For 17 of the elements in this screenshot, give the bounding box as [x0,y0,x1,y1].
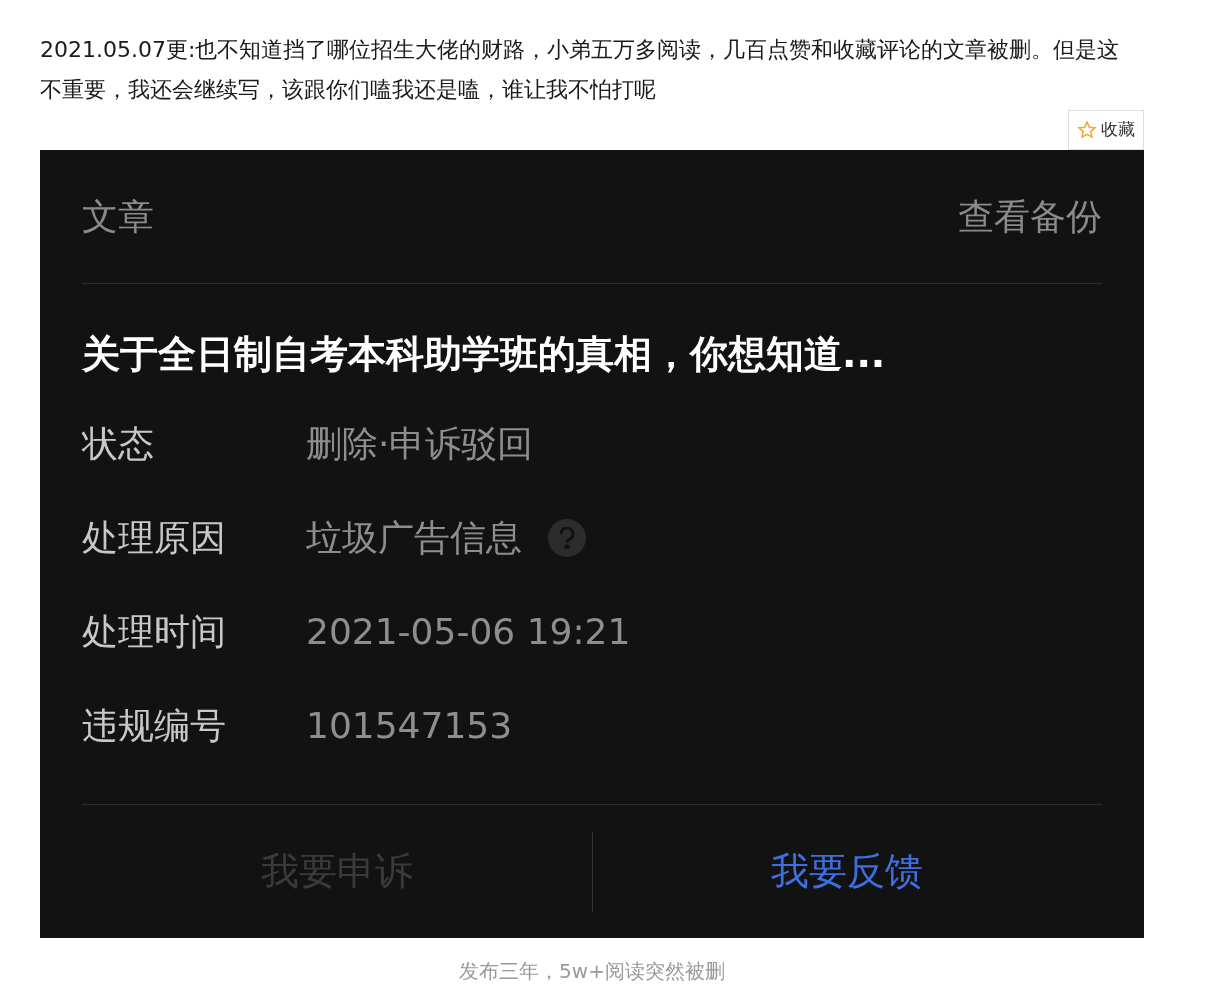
field-value: 垃圾广告信息 [306,516,522,560]
field-label: 状态 [82,422,155,466]
field-value: 2021-05-06 19:21 [306,610,631,654]
field-label: 处理原因 [82,516,227,560]
intro-paragraph: 2021.05.07更:也不知道挡了哪位招生大佬的财路，小弟五万多阅读，几百点赞和收藏评论的文章被删。但是这不重要，我还会继续写，该跟你们嗑我还是嗑，谁让我不怕打呢 [40,36,1121,104]
feedback-button[interactable]: 我要反馈 [592,843,1102,900]
field-value: 101547153 [306,704,513,748]
image-caption: 发布三年，5w+阅读突然被删 [459,958,725,985]
star-icon [1077,120,1097,140]
collect-button[interactable]: 收藏 [1068,110,1144,150]
field-label: 处理时间 [82,610,227,654]
field-label: 违规编号 [82,704,227,748]
help-icon[interactable] [548,519,586,557]
article-title: 关于全日制自考本科助学班的真相，你想知道... [82,331,887,378]
card-header-title: 文章 [82,194,154,239]
view-backup-link[interactable]: 查看备份 [958,189,1102,244]
field-value: 删除·申诉驳回 [306,422,534,466]
